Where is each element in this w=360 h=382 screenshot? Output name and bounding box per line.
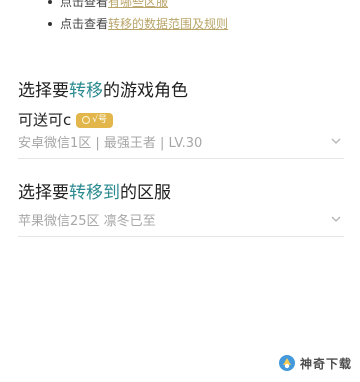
select-role-heading: 选择要转移的游戏角色 [18, 80, 188, 102]
bullet-icon [48, 0, 52, 4]
role-name: 可送可c [18, 111, 72, 129]
role-badge-label: √号 [92, 114, 107, 125]
heading-highlight: 转移到 [69, 183, 120, 203]
heading-text-start: 选择要 [18, 183, 69, 203]
note-item-rules: 点击查看转移的数据范围及规则 [48, 17, 228, 39]
heading-text-start: 选择要 [18, 81, 69, 101]
server-select[interactable]: 苹果微信25区 凛冬已至 [18, 210, 344, 237]
heading-text-end: 的区服 [120, 183, 171, 203]
role-detail: 安卓微信1区 | 最强王者 | LV.30 [18, 136, 203, 151]
regions-link[interactable]: 有哪些区服 [108, 0, 168, 9]
note-prefix: 点击查看 [60, 17, 109, 31]
watermark-logo-icon [278, 355, 295, 371]
role-badge: √号 [76, 112, 113, 128]
heading-text-end: 的游戏角色 [103, 81, 188, 101]
note-item-regions: 点击查看有哪些区服 [48, 0, 228, 17]
note-prefix: 点击查看 [60, 0, 109, 9]
heading-highlight: 转移 [69, 81, 103, 101]
watermark-text: 神奇下载 [299, 356, 352, 371]
bullet-icon [48, 22, 52, 26]
role-select[interactable]: 安卓微信1区 | 最强王者 | LV.30 [18, 132, 344, 159]
chevron-down-icon [331, 138, 341, 144]
check-badge-icon [82, 116, 91, 124]
chevron-down-icon [331, 216, 341, 222]
transfer-rules-link[interactable]: 转移的数据范围及规则 [108, 17, 228, 31]
notes-list: 点击查看有哪些区服 点击查看转移的数据范围及规则 [48, 0, 228, 39]
role-name-row: 可送可c √号 [18, 111, 113, 129]
select-server-heading: 选择要转移到的区服 [18, 182, 171, 204]
server-detail: 苹果微信25区 凛冬已至 [18, 214, 156, 229]
watermark: 神奇下载 [278, 354, 352, 372]
